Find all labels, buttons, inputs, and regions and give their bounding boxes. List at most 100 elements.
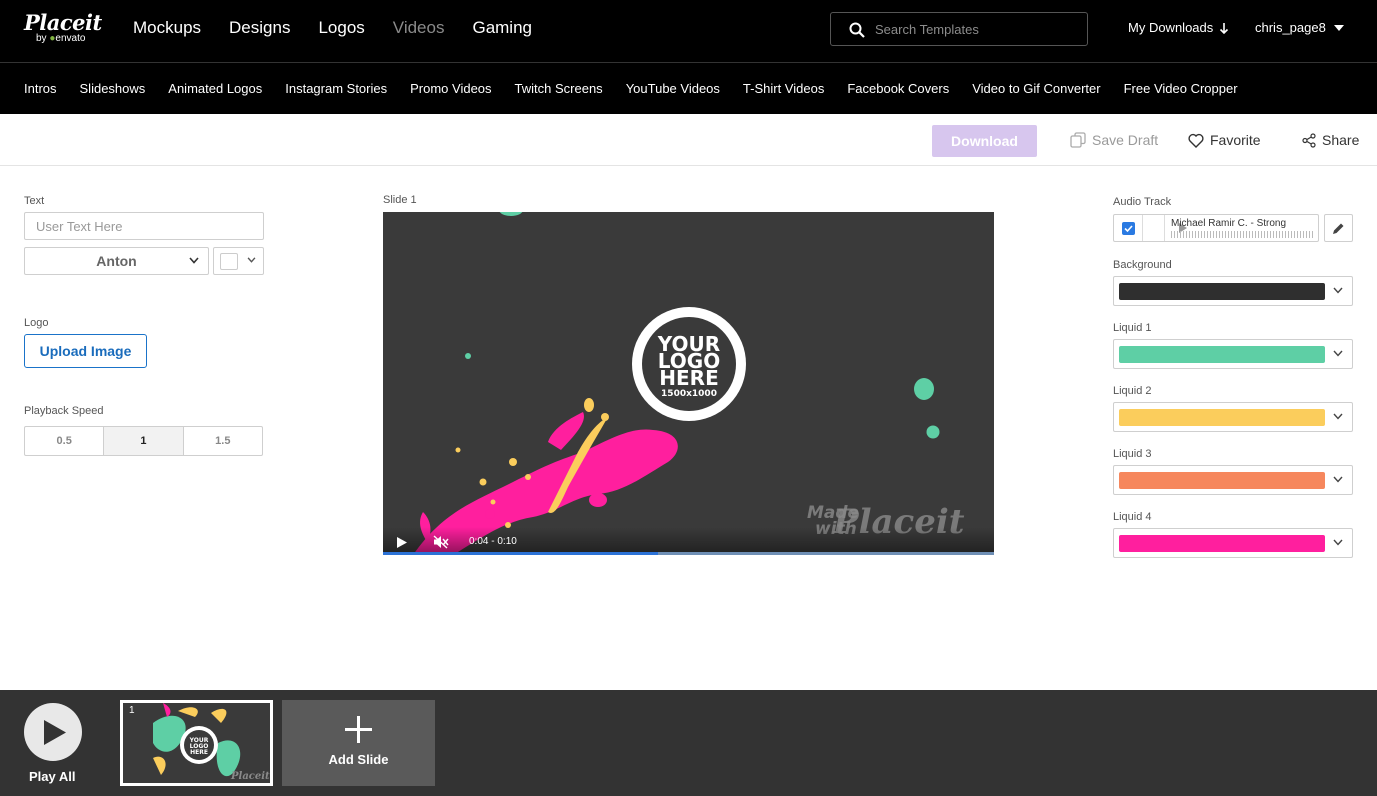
top-navbar: Placeit by ●envato Mockups Designs Logos… [0,0,1377,62]
chevron-down-icon [1333,413,1343,420]
text-color-select[interactable] [213,247,264,275]
subnav-item-intros[interactable]: Intros [24,81,57,96]
chevron-down-icon [1333,539,1343,546]
audio-track-control: Michael Ramir C. - Strong [1113,214,1319,242]
speed-option-1-5[interactable]: 1.5 [184,427,262,455]
subnav-item-tshirt-videos[interactable]: T-Shirt Videos [743,81,824,96]
brand-name: Placeit [24,10,102,35]
subnav-item-promo-videos[interactable]: Promo Videos [410,81,491,96]
nav-item-designs[interactable]: Designs [229,18,290,38]
thumb-watermark: Placeit [230,771,270,782]
username: chris_page8 [1255,20,1326,35]
liquid-2-label: Liquid 2 [1113,385,1152,397]
slides-timeline: Play All YOUR LOGO HERE Placeit 1 Add Sl… [0,690,1377,796]
favorite-button[interactable]: Favorite [1188,132,1261,148]
mute-icon[interactable] [433,535,449,549]
video-preview[interactable]: YOUR LOGO HERE 1500x1000 Made with Place… [383,212,994,555]
playback-speed-group: 0.5 1 1.5 [24,426,263,456]
subnav-item-facebook-covers[interactable]: Facebook Covers [847,81,949,96]
subnav-item-animated-logos[interactable]: Animated Logos [168,81,262,96]
background-label: Background [1113,259,1172,271]
text-color-swatch [220,253,238,270]
time-display: 0:04 - 0:10 [469,536,517,547]
audio-enabled-checkbox[interactable] [1114,215,1143,241]
liquid-animation-frame: YOUR LOGO HERE 1500x1000 Made with Place… [413,212,965,555]
background-color-swatch [1119,283,1325,300]
add-slide-button[interactable]: Add Slide [282,700,435,786]
add-slide-label: Add Slide [328,752,389,767]
save-draft-label: Save Draft [1092,132,1159,148]
share-icon [1302,132,1316,148]
play-icon[interactable] [397,537,407,548]
play-all-label: Play All [29,769,76,784]
arrow-down-icon [1220,22,1229,34]
checkbox-checked-icon [1122,222,1135,235]
slide-label: Slide 1 [383,194,417,206]
nav-item-logos[interactable]: Logos [318,18,364,38]
liquid-3-label: Liquid 3 [1113,448,1152,460]
nav-item-videos[interactable]: Videos [393,18,445,38]
user-menu[interactable]: chris_page8 [1255,20,1344,35]
playback-speed-label: Playback Speed [24,405,104,417]
subnav-item-youtube-videos[interactable]: YouTube Videos [626,81,720,96]
video-progress-fill [383,552,658,555]
liquid-1-label: Liquid 1 [1113,322,1152,334]
liquid-4-label: Liquid 4 [1113,511,1152,523]
subnav-item-video-cropper[interactable]: Free Video Cropper [1124,81,1238,96]
chevron-down-icon [247,257,256,263]
font-select[interactable]: Anton [24,247,209,275]
time-total: 0:10 [497,536,517,547]
search-box[interactable] [830,12,1088,46]
text-field[interactable] [24,212,264,240]
liquid-1-color-swatch [1119,346,1325,363]
audio-waveform [1171,231,1314,238]
download-button[interactable]: Download [932,125,1037,157]
upload-image-button[interactable]: Upload Image [24,334,147,368]
audio-play-button[interactable] [1143,215,1187,241]
thumb-logo-line3: HERE [190,749,208,756]
nav-item-mockups[interactable]: Mockups [133,18,201,38]
subnav-item-twitch-screens[interactable]: Twitch Screens [515,81,603,96]
play-icon [44,720,66,745]
slide-thumbnail-image: YOUR LOGO HERE Placeit [123,703,270,783]
liquid-3-color-select[interactable] [1113,465,1353,495]
save-draft-button[interactable]: Save Draft [1070,132,1158,148]
pencil-icon [1333,223,1344,234]
favorite-label: Favorite [1210,132,1261,148]
nav-item-gaming[interactable]: Gaming [472,18,532,38]
font-value: Anton [96,253,137,269]
share-button[interactable]: Share [1302,132,1359,148]
liquid-4-color-select[interactable] [1113,528,1353,558]
main-nav: Mockups Designs Logos Videos Gaming [133,18,532,38]
logo-label: Logo [24,317,49,329]
my-downloads-label: My Downloads [1128,20,1214,35]
play-all-button[interactable] [24,703,82,761]
subnav-item-slideshows[interactable]: Slideshows [80,81,146,96]
slide-thumbnail[interactable]: YOUR LOGO HERE Placeit 1 [120,700,273,786]
text-label: Text [24,195,45,207]
time-current: 0:04 [469,536,489,547]
search-input[interactable] [875,20,1075,38]
chevron-down-icon [1333,476,1343,483]
slide-number: 1 [129,705,135,716]
share-label: Share [1322,132,1360,148]
category-subnav: Intros Slideshows Animated Logos Instagr… [0,62,1377,114]
brand-sub: by ●envato [36,33,86,44]
logo-placeholder-size: 1500x1000 [661,389,717,399]
edit-audio-button[interactable] [1324,214,1353,242]
video-controls: 0:04 - 0:10 [383,527,994,555]
background-color-select[interactable] [1113,276,1353,306]
speed-option-0-5[interactable]: 0.5 [25,427,105,455]
liquid-2-color-swatch [1119,409,1325,426]
speed-option-1[interactable]: 1 [104,427,184,455]
liquid-4-color-swatch [1119,535,1325,552]
liquid-1-color-select[interactable] [1113,339,1353,369]
my-downloads-menu[interactable]: My Downloads [1128,20,1229,35]
liquid-2-color-select[interactable] [1113,402,1353,432]
audio-track-title: Michael Ramir C. - Strong [1171,218,1287,229]
caret-down-icon [1333,24,1344,31]
subnav-item-video-to-gif[interactable]: Video to Gif Converter [972,81,1100,96]
subnav-item-instagram-stories[interactable]: Instagram Stories [285,81,387,96]
video-progress-bar[interactable] [383,552,994,555]
placeit-logo[interactable]: Placeit by ●envato [24,12,102,44]
